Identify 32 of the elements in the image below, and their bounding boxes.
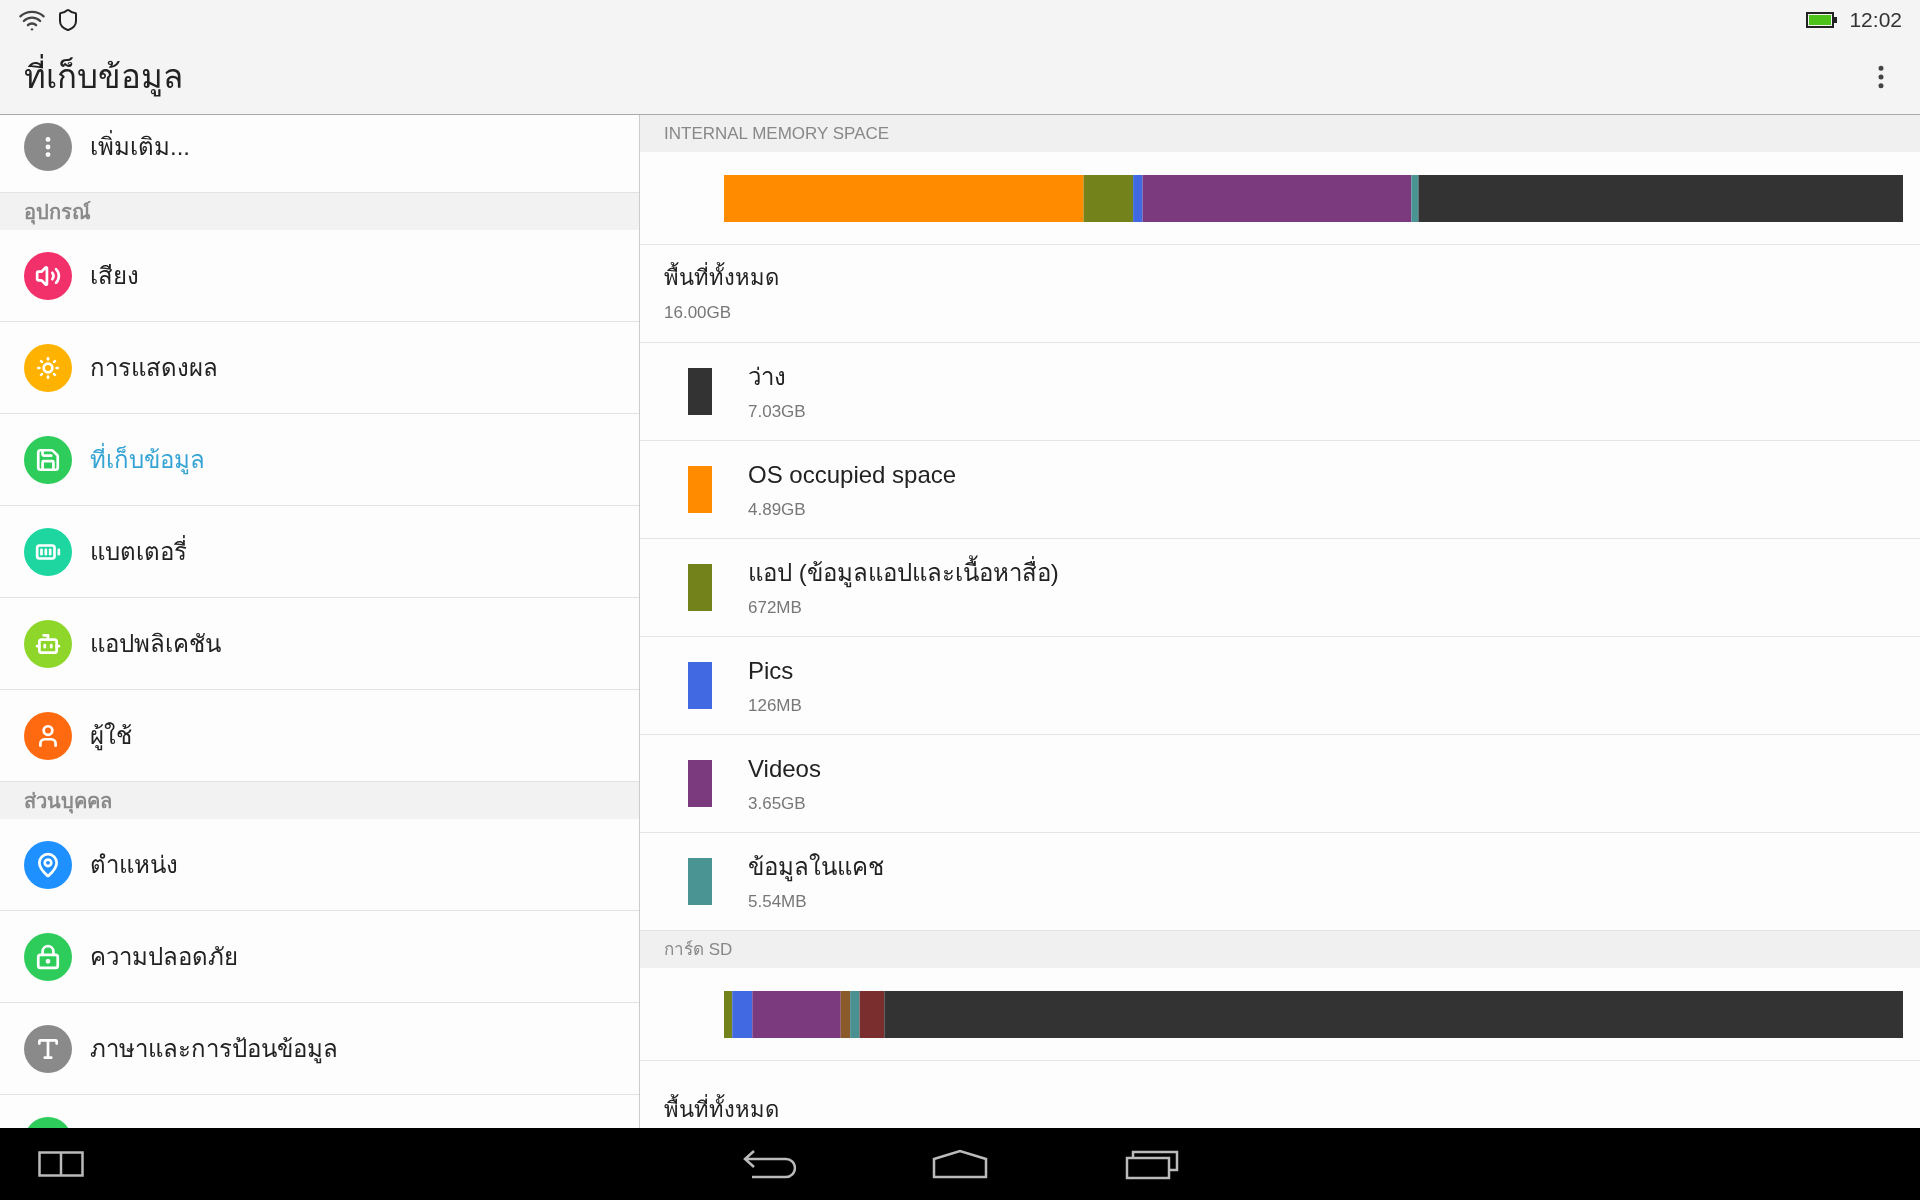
page-title: ที่เก็บข้อมูล <box>24 55 183 99</box>
entry-size: 126MB <box>748 694 802 717</box>
clock-time: 12:02 <box>1849 7 1902 34</box>
home-icon[interactable] <box>932 1149 988 1179</box>
entry-size: 3.65GB <box>748 792 807 815</box>
back-icon[interactable] <box>742 1149 796 1179</box>
entry-label: Videos <box>748 753 821 784</box>
entry-size: 672MB <box>748 596 803 619</box>
storage-entry[interactable]: ว่าง 7.03GB <box>640 343 1920 441</box>
storage-entry[interactable]: แอป (ข้อมูลแอปและเนื้อหาสื่อ) 672MB <box>640 539 1920 637</box>
storage-entry[interactable]: Pics 126MB <box>640 637 1920 735</box>
total-space-value: 16.00GB <box>664 302 733 325</box>
section-header: การ์ด SD <box>664 938 733 961</box>
recent-apps-icon[interactable] <box>1125 1148 1179 1180</box>
entry-label: แอป (ข้อมูลแอปและเนื้อหาสื่อ) <box>748 554 1059 591</box>
section-header: ส่วนบุคคล <box>24 788 112 816</box>
battery-icon <box>1806 12 1838 28</box>
entry-label: OS occupied space <box>748 459 957 490</box>
entry-size: 4.89GB <box>748 498 807 521</box>
total-space-label: พื้นที่ทั้งหมด <box>664 1093 1896 1126</box>
storage-entry[interactable]: OS occupied space 4.89GB <box>640 441 1920 539</box>
entry-size: 5.54MB <box>748 890 808 913</box>
shield-icon <box>56 8 80 32</box>
section-header: อุปกรณ์ <box>24 199 91 227</box>
storage-entry[interactable]: Videos 3.65GB <box>640 735 1920 833</box>
entry-size: 7.03GB <box>748 400 806 423</box>
entry-label: Pics <box>748 655 795 686</box>
section-header: INTERNAL MEMORY SPACE <box>664 122 890 145</box>
entry-label: ว่าง <box>748 361 787 392</box>
entry-label: ข้อมูลในแคช <box>748 851 884 884</box>
total-space-label: พื้นที่ทั้งหมด <box>664 261 1896 295</box>
split-window-icon[interactable] <box>38 1151 84 1177</box>
